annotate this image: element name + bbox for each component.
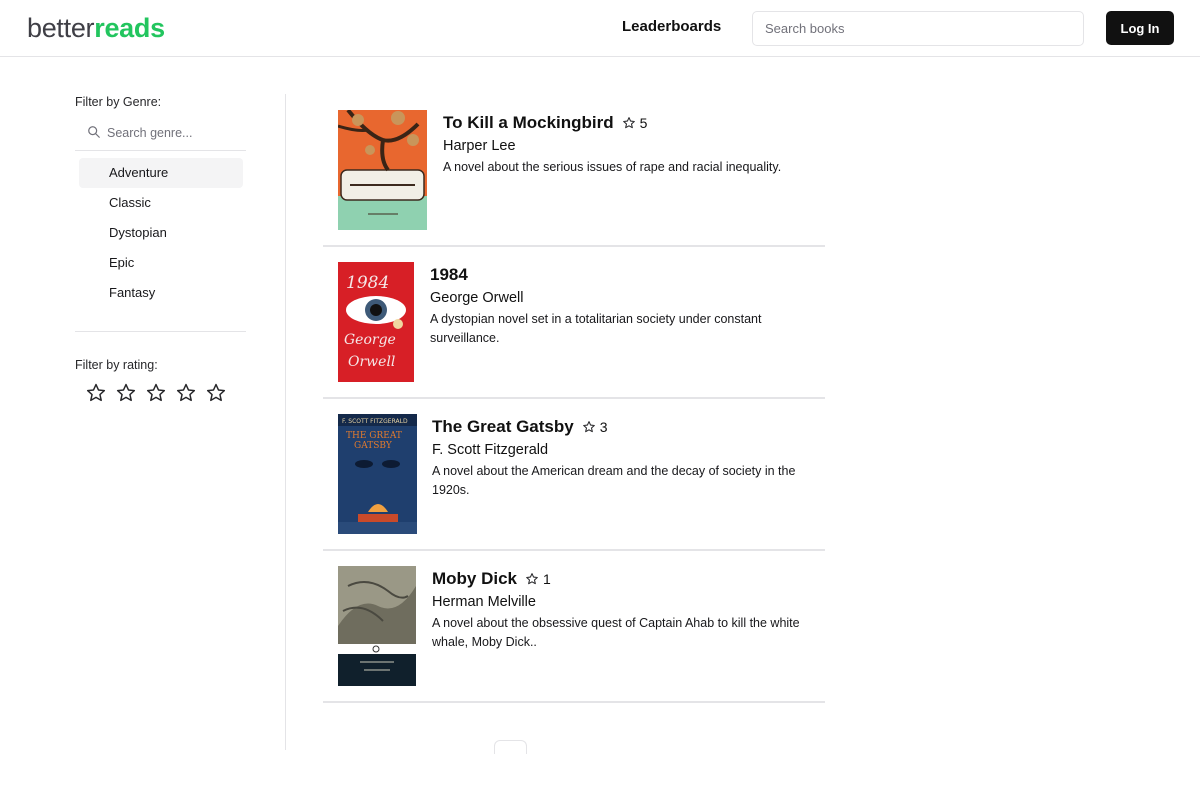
- book-author: Herman Melville: [432, 594, 536, 610]
- book-cover-image[interactable]: 1984 George Orwell: [338, 262, 414, 382]
- book-info: To Kill a Mockingbird 5 Harper Lee A nov…: [443, 112, 815, 177]
- book-card[interactable]: 1984 George Orwell 1984 George Orwell A …: [323, 247, 825, 399]
- book-info: The Great Gatsby 3 F. Scott Fitzgerald A…: [432, 416, 815, 500]
- search-books-input[interactable]: [752, 11, 1084, 46]
- book-title[interactable]: 1984: [430, 265, 468, 285]
- svg-text:1984: 1984: [346, 273, 389, 293]
- book-title[interactable]: Moby Dick: [432, 569, 517, 589]
- rating-value: 1: [543, 571, 551, 587]
- book-card[interactable]: F. SCOTT FITZGERALD THE GREAT GATSBY The…: [323, 399, 825, 551]
- star-icon: [526, 573, 538, 585]
- book-title[interactable]: To Kill a Mockingbird: [443, 113, 614, 133]
- rating-filter-stars: [85, 382, 227, 404]
- book-list: To Kill a Mockingbird 5 Harper Lee A nov…: [323, 95, 825, 703]
- book-author: F. Scott Fitzgerald: [432, 442, 549, 458]
- book-description: A novel about the American dream and the…: [432, 464, 796, 497]
- content-divider: [285, 94, 286, 750]
- book-author: George Orwell: [430, 290, 524, 306]
- rating-star-5-icon[interactable]: [205, 382, 227, 404]
- genre-item-fantasy[interactable]: Fantasy: [79, 278, 243, 308]
- genre-item-dystopian[interactable]: Dystopian: [79, 218, 243, 248]
- star-icon: [582, 421, 595, 433]
- rating-star-1-icon[interactable]: [85, 382, 107, 404]
- logo-bold-text: reads: [94, 13, 165, 43]
- book-cover-image[interactable]: [338, 566, 416, 686]
- book-card[interactable]: Moby Dick 1 Herman Melville A novel abou…: [323, 551, 825, 703]
- genre-list: Adventure Classic Dystopian Epic Fantasy: [79, 158, 243, 308]
- sidebar-divider: [75, 331, 246, 332]
- rating-star-4-icon[interactable]: [175, 382, 197, 404]
- book-cover-image[interactable]: [338, 110, 427, 230]
- search-icon: [88, 126, 100, 138]
- svg-text:GATSBY: GATSBY: [354, 441, 393, 451]
- book-rating: 1: [525, 571, 551, 587]
- genre-search-box: [75, 115, 246, 151]
- genre-item-adventure[interactable]: Adventure: [79, 158, 243, 188]
- rating-star-3-icon[interactable]: [145, 382, 167, 404]
- star-icon: [622, 117, 635, 129]
- book-card[interactable]: To Kill a Mockingbird 5 Harper Lee A nov…: [323, 95, 825, 247]
- leaderboards-link[interactable]: Leaderboards: [622, 18, 721, 35]
- logo-light-text: better: [27, 13, 95, 43]
- svg-text:F. SCOTT FITZGERALD: F. SCOTT FITZGERALD: [342, 418, 408, 425]
- logo[interactable]: betterreads: [27, 12, 165, 44]
- book-cover-image[interactable]: F. SCOTT FITZGERALD THE GREAT GATSBY: [338, 414, 417, 534]
- rating-star-2-icon[interactable]: [115, 382, 137, 404]
- login-button[interactable]: Log In: [1106, 11, 1174, 45]
- book-rating: 3: [582, 419, 608, 435]
- book-title[interactable]: The Great Gatsby: [432, 417, 574, 437]
- book-author: Harper Lee: [443, 138, 516, 154]
- svg-text:Orwell: Orwell: [348, 354, 395, 370]
- book-description: A novel about the obsessive quest of Cap…: [432, 616, 800, 649]
- top-nav-bar: betterreads Leaderboards Log In: [0, 0, 1200, 57]
- svg-text:THE GREAT: THE GREAT: [346, 431, 402, 441]
- book-description: A dystopian novel set in a totalitarian …: [430, 312, 762, 345]
- genre-search-input[interactable]: [107, 121, 243, 145]
- pagination-control[interactable]: [494, 740, 527, 754]
- genre-item-classic[interactable]: Classic: [79, 188, 243, 218]
- genre-filter-label: Filter by Genre:: [75, 95, 162, 109]
- rating-filter-label: Filter by rating:: [75, 358, 158, 372]
- genre-item-epic[interactable]: Epic: [79, 248, 243, 278]
- book-info: 1984 George Orwell A dystopian novel set…: [430, 264, 815, 348]
- rating-value: 5: [639, 115, 648, 131]
- rating-value: 3: [599, 419, 608, 435]
- book-description: A novel about the serious issues of rape…: [443, 160, 782, 174]
- book-rating: 5: [622, 115, 648, 131]
- book-info: Moby Dick 1 Herman Melville A novel abou…: [432, 568, 815, 652]
- svg-text:George: George: [344, 332, 396, 348]
